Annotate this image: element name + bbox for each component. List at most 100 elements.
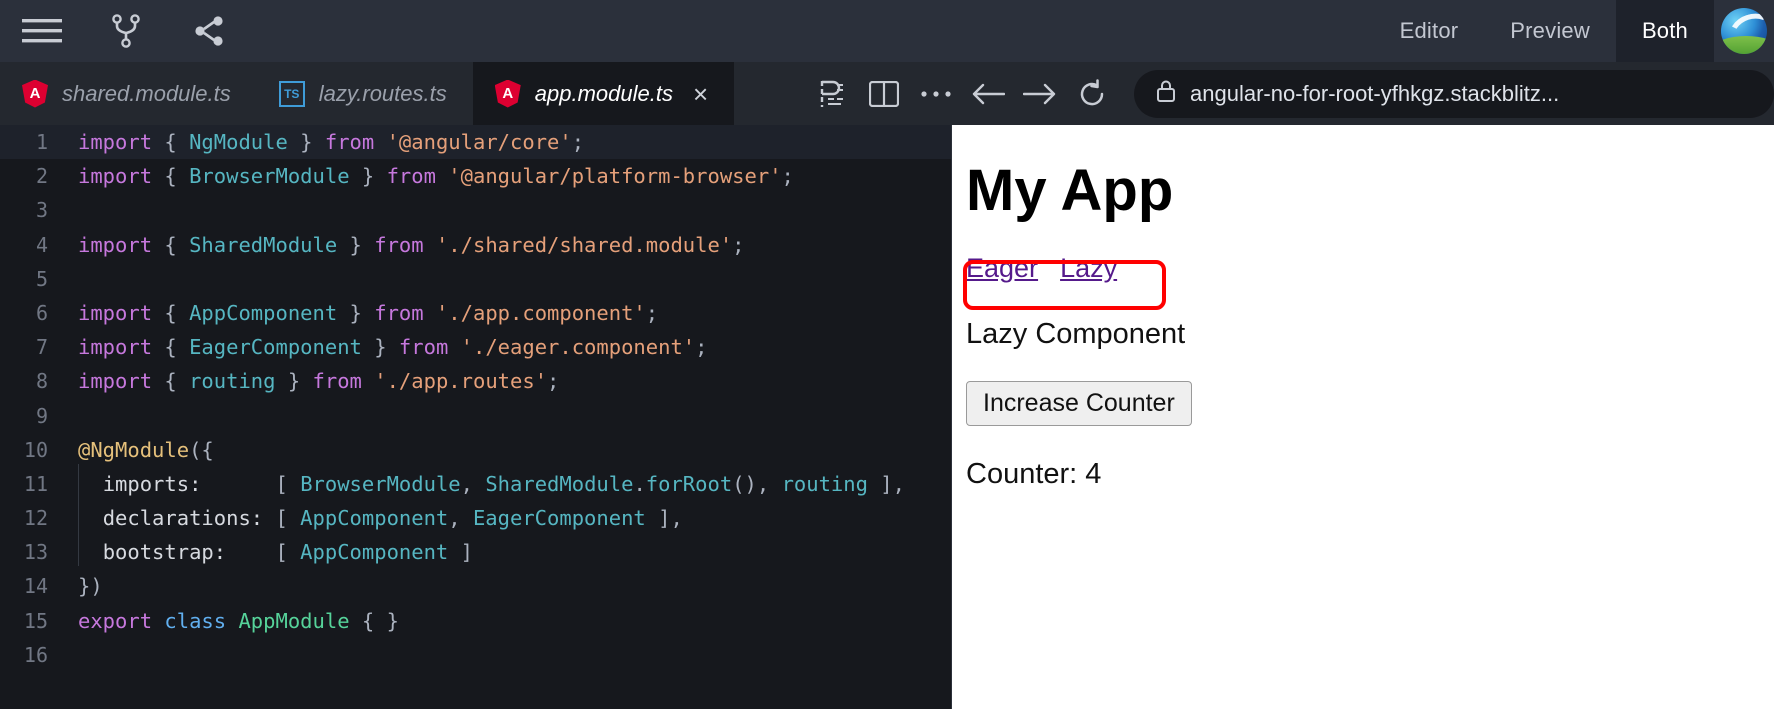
code-token: './eager.component'	[460, 335, 696, 360]
code-line-text: declarations: [ AppComponent, EagerCompo…	[62, 498, 951, 535]
code-line-text: import { NgModule } from '@angular/core'…	[62, 125, 951, 159]
code-token: bootstrap:	[102, 540, 227, 565]
preview-content: My App Eager Lazy Lazy Component Increas…	[952, 125, 1774, 491]
code-token: @NgModule	[78, 437, 190, 462]
typescript-icon: TS	[278, 80, 305, 107]
close-icon[interactable]: ×	[693, 81, 708, 107]
code-line-text: import { SharedModule } from './shared/s…	[62, 228, 951, 262]
code-line[interactable]: 9	[0, 399, 951, 433]
counter-value: Counter: 4	[966, 457, 1102, 490]
nav-link-eager[interactable]: Eager	[966, 253, 1038, 284]
code-token: ;	[732, 232, 745, 257]
code-token: import	[78, 335, 165, 360]
file-tab-label: shared.module.ts	[62, 80, 231, 106]
code-line[interactable]: 8 import { routing } from './app.routes';	[0, 364, 951, 398]
code-token: './shared/shared.module'	[435, 232, 733, 257]
code-line[interactable]: 11 imports: [ BrowserModule, SharedModul…	[0, 463, 951, 501]
code-token: ,	[460, 471, 486, 496]
code-token: {	[164, 300, 190, 325]
code-token: ;	[547, 369, 560, 394]
lock-icon	[1156, 79, 1176, 109]
code-line-text: import { routing } from './app.routes';	[62, 364, 951, 398]
indent-guide	[78, 498, 79, 533]
code-token: {	[164, 335, 190, 360]
line-number: 8	[35, 369, 48, 394]
nav-link-lazy[interactable]: Lazy	[1060, 253, 1117, 284]
code-line[interactable]: 7 import { EagerComponent } from './eager…	[0, 330, 951, 364]
code-line[interactable]: 2 import { BrowserModule } from '@angular…	[0, 159, 951, 193]
url-bar[interactable]: angular-no-for-root-yfhkgz.stackblitz...	[1134, 69, 1774, 118]
indent-guide	[78, 532, 79, 567]
code-token: import	[78, 164, 165, 189]
code-line-text: import { EagerComponent } from './eager.…	[62, 330, 951, 364]
fork-icon[interactable]	[84, 0, 168, 62]
view-tab-preview[interactable]: Preview	[1484, 0, 1616, 62]
code-token: AppComponent	[189, 300, 338, 325]
code-token: ,	[448, 506, 473, 531]
line-number: 3	[35, 198, 48, 223]
stackblitz-window: Editor Preview Both A shared.module.ts T…	[0, 0, 1774, 709]
line-number: 5	[35, 266, 48, 291]
code-line[interactable]: 16	[0, 638, 951, 672]
code-token: }	[349, 164, 387, 189]
view-tab-editor[interactable]: Editor	[1374, 0, 1485, 62]
line-number: 15	[23, 608, 48, 633]
code-line[interactable]: 4 import { SharedModule } from './shared/…	[0, 228, 951, 262]
code-token: })	[78, 574, 103, 599]
code-line[interactable]: 12 declarations: [ AppComponent, EagerCo…	[0, 498, 951, 535]
share-icon[interactable]	[168, 0, 252, 62]
file-tab-lazy-routes[interactable]: TS lazy.routes.ts	[257, 62, 473, 125]
code-line[interactable]: 1 import { NgModule } from '@angular/core…	[0, 125, 951, 160]
code-token: [	[275, 506, 301, 531]
code-token: ;	[645, 300, 659, 325]
view-tab-both[interactable]: Both	[1615, 0, 1714, 62]
code-line[interactable]: 13 bootstrap: [ AppComponent ]	[0, 532, 951, 569]
code-token: }	[337, 300, 375, 325]
hamburger-menu-icon[interactable]	[0, 0, 84, 62]
code-token: ],	[867, 471, 905, 496]
page-title: My App	[966, 158, 1174, 223]
code-line[interactable]: 5	[0, 262, 951, 296]
code-line[interactable]: 10 @NgModule({	[0, 433, 951, 467]
code-token: declarations:	[102, 506, 264, 531]
more-options-icon[interactable]	[910, 62, 962, 125]
file-tab-label: app.module.ts	[534, 80, 673, 106]
line-number: 12	[23, 506, 48, 531]
line-number: 7	[35, 335, 48, 360]
forward-arrow-icon[interactable]	[1014, 62, 1066, 125]
code-line[interactable]: 14})	[0, 569, 951, 603]
code-line-text: import { AppComponent } from './app.comp…	[62, 296, 951, 330]
line-number: 9	[35, 403, 48, 428]
angular-icon: A	[494, 79, 521, 108]
prettier-icon[interactable]	[806, 62, 858, 125]
code-token: imports:	[102, 471, 202, 496]
code-line-text: @NgModule({	[62, 433, 951, 467]
code-line[interactable]: 3	[0, 193, 951, 227]
code-line[interactable]: 15 export class AppModule { }	[0, 604, 951, 638]
code-line[interactable]: 6 import { AppComponent } from './app.com…	[0, 296, 951, 330]
back-arrow-icon[interactable]	[962, 62, 1014, 125]
code-editor[interactable]: 1 import { NgModule } from '@angular/core…	[0, 125, 951, 709]
code-token: routing	[781, 471, 868, 496]
avatar[interactable]	[1714, 0, 1774, 62]
reload-icon[interactable]	[1066, 62, 1118, 125]
code-token: '@angular/core'	[386, 130, 572, 154]
code-token: import	[78, 130, 165, 154]
code-token: SharedModule	[485, 471, 634, 496]
split-panel-icon[interactable]	[858, 62, 910, 125]
code-token: ({	[189, 437, 214, 462]
code-token: NgModule	[189, 130, 288, 154]
code-token: import	[78, 232, 165, 257]
code-token: }	[275, 369, 313, 394]
increase-counter-button[interactable]: Increase Counter	[966, 380, 1192, 426]
file-tab-app-module[interactable]: A app.module.ts ×	[472, 62, 735, 125]
file-tab-shared-module[interactable]: A shared.module.ts	[0, 62, 257, 125]
code-token: {	[164, 164, 190, 189]
code-token: {	[164, 130, 190, 154]
file-tab-label: lazy.routes.ts	[318, 80, 447, 106]
